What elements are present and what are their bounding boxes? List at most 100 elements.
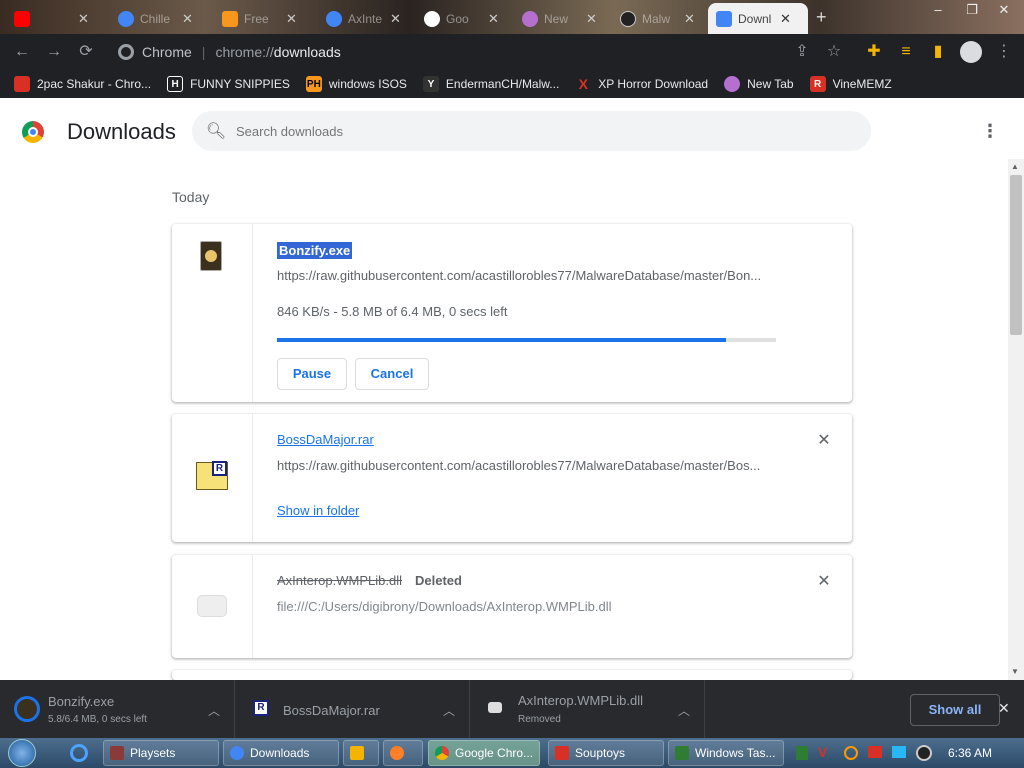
google-icon (424, 10, 440, 27)
file-url: file:///C:/Users/digibrony/Downloads/AxI… (277, 599, 612, 614)
taskbar-item-souptoys[interactable]: Souptoys (548, 740, 664, 766)
tray-volume-icon[interactable] (916, 745, 932, 761)
show-all-button[interactable]: Show all (910, 694, 1000, 726)
bookmark-star-icon[interactable]: ☆ (822, 40, 846, 64)
media-queue-icon[interactable]: ≡ (894, 40, 918, 64)
bookmark-label: 2pac Shakur - Chro... (37, 77, 152, 91)
shelf-item-bossdamajor[interactable]: R BossDaMajor.rar ︿ (235, 680, 470, 738)
extensions-icon[interactable]: ✚ (862, 40, 886, 64)
chrome-icon (435, 746, 449, 760)
tray-search-icon[interactable] (844, 746, 858, 760)
tray-network-icon[interactable] (892, 746, 906, 758)
shelf-item-axinterop[interactable]: AxInterop.WMPLib.dll Removed ︿ (470, 680, 705, 738)
scroll-down-icon[interactable]: ▼ (1011, 667, 1019, 676)
bookmark-xp-horror[interactable]: X XP Horror Download (575, 76, 709, 92)
close-tab-icon[interactable]: ✕ (684, 11, 695, 27)
show-in-folder-link[interactable]: Show in folder (277, 503, 359, 518)
file-url[interactable]: https://raw.githubusercontent.com/acasti… (277, 458, 777, 473)
taskbar-item-app[interactable] (383, 740, 423, 766)
shelf-item-bonzify[interactable]: Bonzify.exe 5.8/6.4 MB, 0 secs left ︿ (0, 680, 235, 738)
deleted-tag: Deleted (415, 573, 462, 588)
search-input[interactable] (236, 123, 836, 139)
tray-app-icon[interactable] (796, 746, 808, 760)
new-tab-button[interactable]: + (816, 7, 827, 28)
pornhub-icon (222, 10, 238, 27)
taskbar-item-label: Google Chro... (455, 746, 534, 760)
bookmark-funny-snippies[interactable]: H FUNNY SNIPPIES (167, 76, 290, 92)
pause-button[interactable]: Pause (277, 358, 347, 390)
tab-google[interactable]: Goo ✕ (416, 3, 514, 34)
scroll-up-icon[interactable]: ▲ (1011, 162, 1019, 171)
bookmark-2pac[interactable]: 2pac Shakur - Chro... (14, 76, 151, 92)
scrollbar-thumb[interactable] (1010, 175, 1022, 335)
shelf-file-name: BossDaMajor.rar (283, 703, 380, 718)
tray-v-icon[interactable]: V (818, 744, 827, 760)
bookmark-icon (724, 76, 741, 92)
tab-new[interactable]: New ✕ (514, 3, 612, 34)
taskbar-item-downloads[interactable]: Downloads (223, 740, 339, 766)
download-item: Bonzify.exe https://raw.githubuserconten… (172, 224, 852, 402)
bookmark-icon: PH (305, 76, 322, 92)
tab-malware[interactable]: Malw ✕ (612, 3, 710, 34)
system-clock[interactable]: 6:36 AM (948, 746, 992, 760)
rar-archive-icon: R (253, 700, 269, 716)
close-tab-icon[interactable]: ✕ (390, 11, 401, 27)
taskbar-item-windows-task-manager[interactable]: Windows Tas... (668, 740, 784, 766)
bookmark-vinememz[interactable]: R VineMEMZ (809, 76, 892, 92)
reload-button[interactable]: ⟳ (74, 40, 98, 64)
bookmark-icon (14, 76, 30, 92)
forward-button[interactable]: → (42, 40, 66, 64)
taskbar-item-playsets[interactable]: Playsets (103, 740, 219, 766)
address-bar[interactable]: Chrome | chrome://downloads (108, 37, 780, 67)
chrome-logo-icon (22, 121, 44, 143)
file-url[interactable]: https://raw.githubusercontent.com/acasti… (277, 268, 777, 283)
close-tab-icon[interactable]: ✕ (780, 11, 791, 27)
minimize-window-button[interactable]: – (922, 0, 954, 22)
profile-avatar[interactable] (960, 41, 982, 63)
chrome-icon (118, 44, 134, 60)
page-title: Downloads (67, 119, 176, 144)
close-tab-icon[interactable]: ✕ (488, 11, 499, 27)
chevron-up-icon[interactable]: ︿ (443, 702, 455, 719)
generic-file-icon (197, 595, 227, 617)
tab-youtube[interactable]: ✕ (6, 3, 104, 34)
close-shelf-icon[interactable]: ✕ (998, 700, 1010, 717)
chrome-menu-icon[interactable]: ⋮ (992, 40, 1016, 64)
tab-axinterop[interactable]: AxInte ✕ (318, 3, 416, 34)
search-box[interactable]: 🔍︎ (192, 111, 871, 151)
remove-from-list-icon[interactable]: ✕ (816, 574, 832, 590)
bookmark-windows-isos[interactable]: PH windows ISOS (305, 76, 407, 92)
tab-title: New (544, 11, 569, 26)
shelf-file-name: AxInterop.WMPLib.dll (518, 693, 643, 708)
close-tab-icon[interactable]: ✕ (182, 11, 193, 27)
bookmark-new-tab[interactable]: New Tab (724, 76, 794, 92)
taskbar-item-media[interactable] (343, 740, 379, 766)
tab-downloads[interactable]: Downl ✕ (708, 3, 808, 34)
bookmark-label: EndermanCH/Malw... (445, 77, 560, 91)
internet-explorer-icon[interactable] (70, 744, 88, 762)
chevron-up-icon[interactable]: ︿ (208, 702, 220, 719)
more-actions-icon[interactable]: ⋮ (978, 121, 1002, 145)
back-button[interactable]: ← (10, 40, 34, 64)
tray-flag-icon[interactable] (868, 746, 882, 758)
chevron-up-icon[interactable]: ︿ (678, 702, 690, 719)
close-tab-icon[interactable]: ✕ (78, 11, 89, 27)
start-orb-icon[interactable] (8, 739, 36, 767)
file-name-link[interactable]: Bonzify.exe (277, 242, 353, 259)
tab-chille[interactable]: Chille ✕ (110, 3, 208, 34)
side-panel-icon[interactable]: ▮ (926, 40, 950, 64)
close-window-button[interactable]: ✕ (988, 0, 1020, 22)
cancel-button[interactable]: Cancel (355, 358, 429, 390)
restore-window-button[interactable]: ❐ (956, 0, 988, 22)
taskbar-item-google-chrome[interactable]: Google Chro... (428, 740, 540, 766)
page-scrollbar[interactable]: ▲ ▼ (1008, 159, 1024, 680)
file-name-link[interactable]: BossDaMajor.rar (277, 432, 374, 447)
close-tab-icon[interactable]: ✕ (586, 11, 597, 27)
share-icon[interactable]: ⇪ (790, 40, 814, 64)
tab-free[interactable]: Free ✕ (214, 3, 312, 34)
remove-from-list-icon[interactable]: ✕ (816, 433, 832, 449)
close-tab-icon[interactable]: ✕ (286, 11, 297, 27)
bookmark-endermanch[interactable]: Y EndermanCH/Malw... (422, 76, 560, 92)
bookmark-label: XP Horror Download (598, 77, 709, 91)
download-item: AxInterop.WMPLib.dll Deleted file:///C:/… (172, 555, 852, 658)
